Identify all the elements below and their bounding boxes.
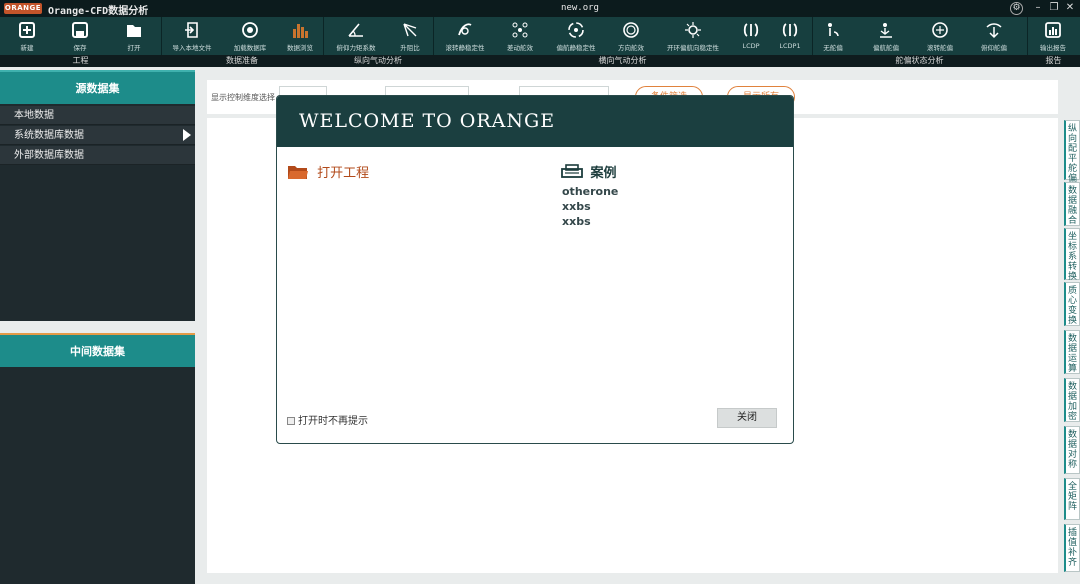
new-file-icon: [19, 22, 35, 38]
dont-show-checkbox[interactable]: [287, 417, 295, 425]
close-button[interactable]: 关闭: [717, 408, 777, 428]
yaw-rudder-icon: [880, 23, 892, 38]
lift-drag-button[interactable]: 升阻比: [393, 17, 427, 55]
lcdp1-icon: [782, 23, 798, 37]
cases-title: 案例: [590, 166, 617, 181]
tab-coordinate-transform[interactable]: 坐标系转换: [1064, 228, 1080, 282]
bar-chart-icon: [293, 24, 308, 38]
group-label: 数据准备: [226, 56, 258, 65]
group-label: 横向气动分析: [598, 56, 647, 65]
open-loop-yaw-button[interactable]: 开环偏航向稳定性: [662, 17, 724, 55]
toolbar-group-row: 工程 数据准备 纵向气动分析 横向气动分析 舵偏状态分析 报告: [0, 55, 1080, 67]
differential-rudder-button[interactable]: 差动舵效: [502, 17, 538, 55]
save-button[interactable]: 保存: [61, 17, 99, 55]
settings-icon[interactable]: ⚙: [1010, 2, 1023, 15]
no-rudder-button[interactable]: 无舵偏: [818, 17, 848, 55]
open-button[interactable]: 打开: [115, 17, 153, 55]
new-button[interactable]: 新建: [8, 17, 46, 55]
cases-heading: 案例: [561, 162, 617, 181]
maximize-icon[interactable]: ❐: [1046, 1, 1062, 15]
welcome-dialog: WELCOME TO ORANGE 打开工程 案例 otherone xxbs …: [276, 95, 794, 444]
tree-item-label: 系统数据库数据: [14, 130, 84, 141]
load-database-button[interactable]: 加载数据库: [228, 17, 272, 55]
toolbar-separator: [323, 17, 324, 55]
tree-item-local-data[interactable]: 本地数据: [0, 106, 195, 125]
tab-data-symmetry[interactable]: 数据对称: [1064, 426, 1080, 474]
minimize-icon[interactable]: –: [1030, 1, 1046, 15]
middle-dataset-panel: 中间数据集: [0, 333, 195, 584]
pitch-moment-button[interactable]: 俯仰力矩系数: [330, 17, 382, 55]
save-icon: [72, 22, 88, 38]
dont-show-checkbox-row[interactable]: 打开时不再提示: [287, 412, 368, 427]
data-browse-button[interactable]: 数据浏览: [283, 17, 317, 55]
open-loop-yaw-icon: [685, 22, 701, 38]
expand-arrow-icon[interactable]: [183, 129, 191, 141]
lift-drag-icon: [403, 23, 417, 37]
case-item-otherone[interactable]: otherone: [562, 185, 618, 198]
group-label: 纵向气动分析: [354, 56, 402, 65]
group-label: 报告: [1045, 56, 1062, 65]
report-icon: [1045, 22, 1061, 38]
case-item-xxbs-2[interactable]: xxbs: [562, 215, 591, 228]
folder-icon: [288, 166, 308, 179]
roll-rudder-button[interactable]: 滚转舵偏: [922, 17, 958, 55]
no-rudder-icon: [828, 23, 839, 37]
tab-cg-transform[interactable]: 质心变换: [1064, 282, 1080, 326]
group-label: 舵偏状态分析: [895, 56, 944, 65]
group-label: 工程: [72, 56, 89, 65]
open-project-label: 打开工程: [317, 166, 370, 181]
tab-data-encryption[interactable]: 数据加密: [1064, 378, 1080, 422]
lcdp1-button[interactable]: LCDP1: [775, 17, 805, 55]
toolbar: 新建 保存 打开 导入本地文件 加载数据库 数据浏览 俯仰力矩系数 升阻比 滚转…: [0, 17, 1080, 55]
toolbar-separator: [433, 17, 434, 55]
yaw-rudder-button[interactable]: 偏航舵偏: [868, 17, 904, 55]
yaw-stability-button[interactable]: 偏航静稳定性: [551, 17, 601, 55]
roll-stability-button[interactable]: 滚转静稳定性: [440, 17, 490, 55]
middle-dataset-title: 中间数据集: [0, 333, 195, 367]
lcdp-icon: [743, 23, 759, 37]
tab-full-matrix[interactable]: 全矩阵: [1064, 478, 1080, 520]
import-local-file-button[interactable]: 导入本地文件: [167, 17, 217, 55]
source-dataset-title: 源数据集: [0, 70, 195, 104]
dialog-title: WELCOME TO ORANGE: [277, 96, 793, 147]
title-bar: ORANGE Orange-CFD数据分析 new.org ⚙ – ❐ ✕: [0, 0, 1080, 17]
pitch-angle-icon: [348, 23, 363, 37]
dimension-select-label: 显示控制维度选择: [211, 93, 275, 102]
toolbar-separator: [1027, 17, 1028, 55]
file-title: new.org: [561, 3, 599, 13]
import-file-icon: [185, 22, 198, 38]
yaw-stability-icon: [568, 22, 584, 38]
roll-rudder-icon: [932, 22, 948, 38]
tree-item-system-db[interactable]: 系统数据库数据: [0, 126, 195, 145]
lcdp-button[interactable]: LCDP: [736, 17, 766, 55]
tab-data-operation[interactable]: 数据运算: [1064, 330, 1080, 374]
open-folder-icon: [127, 25, 141, 37]
printer-icon: [561, 164, 583, 178]
load-database-icon: [242, 22, 258, 38]
rudder-effect-icon: [623, 22, 639, 38]
pitch-rudder-button[interactable]: 俯仰舵偏: [976, 17, 1012, 55]
tree-item-external-db[interactable]: 外部数据库数据: [0, 146, 195, 165]
case-item-xxbs[interactable]: xxbs: [562, 200, 591, 213]
open-project-link[interactable]: 打开工程: [287, 162, 369, 181]
close-icon[interactable]: ✕: [1062, 1, 1078, 15]
roll-stability-icon: [458, 23, 472, 36]
tab-data-fusion[interactable]: 数据融合: [1064, 182, 1080, 226]
source-dataset-panel: 源数据集 本地数据 系统数据库数据 外部数据库数据: [0, 70, 195, 321]
tab-interpolation-fill[interactable]: 插值补齐: [1064, 524, 1080, 572]
rudder-effect-button[interactable]: 方向舵效: [613, 17, 649, 55]
differential-rudder-icon: [512, 22, 528, 38]
dont-show-label: 打开时不再提示: [298, 416, 368, 427]
output-report-button[interactable]: 输出报告: [1034, 17, 1072, 55]
toolbar-separator: [161, 17, 162, 55]
tab-longitudinal-trim[interactable]: 纵向配平舵偏: [1064, 120, 1080, 184]
pitch-rudder-icon: [986, 23, 1002, 39]
toolbar-separator: [812, 17, 813, 55]
